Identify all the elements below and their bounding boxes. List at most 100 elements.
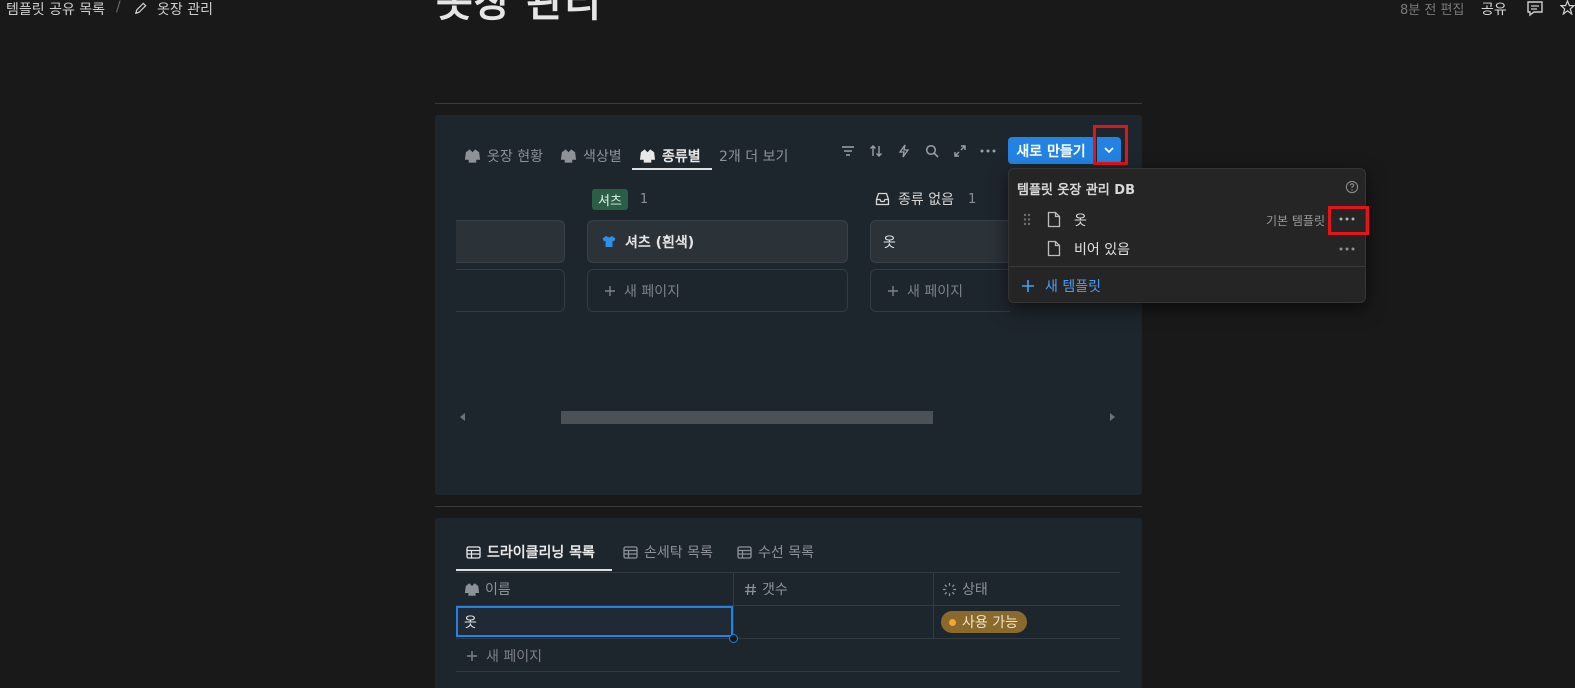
divider (435, 506, 1142, 507)
filter-icon[interactable] (838, 142, 858, 160)
group-count: 1 (639, 191, 649, 207)
comment-icon[interactable] (1526, 0, 1544, 17)
card-title: 옷 (883, 234, 896, 251)
card-title: 셔츠 (흰색) (625, 234, 695, 251)
sort-icon[interactable] (866, 142, 886, 160)
search-icon[interactable] (922, 142, 942, 160)
column-divider (733, 572, 734, 638)
column-divider (933, 572, 934, 638)
tab-label: 수선 목록 (758, 545, 814, 561)
help-icon[interactable] (1345, 180, 1359, 194)
count-cell[interactable] (735, 607, 932, 637)
jacket-icon (560, 148, 577, 164)
new-page-card-partial[interactable] (456, 269, 565, 312)
new-button[interactable]: 새로 만들기 (1008, 137, 1094, 164)
plus-icon (1021, 279, 1035, 293)
tab-by-color[interactable]: 색상별 (560, 141, 622, 171)
template-menu-title: 템플릿 옷장 관리 DB (1017, 183, 1135, 198)
column-header-status[interactable]: 상태 (942, 579, 988, 599)
page-title: 옷장 관리 (436, 0, 603, 26)
plus-icon (466, 650, 478, 662)
active-tab-underline (456, 569, 612, 571)
board-card[interactable]: 셔츠 (흰색) (587, 220, 848, 263)
last-edited-text: 8분 전 편집 (1400, 3, 1465, 18)
menu-divider (1009, 266, 1365, 267)
scroll-left-arrow-icon[interactable] (460, 413, 466, 421)
template-item-empty[interactable] (1009, 236, 1365, 262)
tab-more-views[interactable]: 2개 더 보기 (719, 141, 788, 171)
scroll-right-arrow-icon[interactable] (1109, 413, 1115, 421)
tab-dry-cleaning[interactable]: 드라이클리닝 목록 (466, 541, 595, 563)
chevron-down-icon (1104, 147, 1114, 154)
column-label: 상태 (962, 582, 988, 598)
column-header-count[interactable]: 갯수 (744, 579, 788, 599)
status-dot (949, 618, 956, 626)
new-page-label: 새 페이지 (624, 283, 680, 300)
new-template-button[interactable]: 새 템플릿 (1021, 276, 1101, 296)
share-button[interactable]: 공유 (1481, 0, 1507, 19)
group-label: 종류 없음 (898, 192, 954, 208)
breadcrumb-page[interactable]: 옷장 관리 (157, 0, 213, 19)
active-tab-underline (632, 168, 712, 170)
new-page-card[interactable]: 새 페이지 (870, 269, 1010, 312)
inbox-icon (875, 192, 890, 206)
hash-icon (744, 583, 757, 596)
tab-label: 종류별 (662, 149, 701, 165)
status-badge[interactable]: 사용 가능 (941, 611, 1027, 633)
group-tag: 셔츠 (592, 188, 628, 210)
new-page-label: 새 페이지 (486, 649, 542, 665)
tshirt-icon (602, 235, 616, 248)
table-icon (466, 545, 481, 559)
board-group-no-type: 종류 없음 1 (875, 188, 976, 210)
tab-label: 색상별 (583, 149, 622, 165)
column-header-name[interactable]: 이름 (464, 579, 511, 599)
template-item-label: 비어 있음 (1074, 242, 1130, 258)
new-page-card[interactable]: 새 페이지 (587, 269, 848, 312)
more-options-icon[interactable] (1339, 217, 1355, 221)
default-template-badge: 기본 템플릿 (1266, 214, 1326, 228)
jacket-icon (639, 148, 656, 164)
table-icon (623, 545, 638, 559)
name-cell-input[interactable]: 옷 (456, 606, 733, 637)
status-label: 사용 가능 (962, 615, 1018, 631)
drag-handle-icon[interactable] (1023, 213, 1031, 226)
tab-by-type[interactable]: 종류별 (639, 141, 701, 171)
tab-label: 옷장 현황 (487, 149, 543, 165)
column-label: 갯수 (762, 582, 788, 598)
table-border (456, 638, 1120, 639)
board-group-shirt: 셔츠 1 (592, 188, 648, 210)
template-item-label: 옷 (1074, 213, 1087, 229)
star-icon[interactable] (1560, 0, 1575, 15)
table-icon (737, 545, 752, 559)
table-border (456, 572, 1120, 573)
column-label: 이름 (485, 582, 511, 598)
tab-closet-status[interactable]: 옷장 현황 (464, 141, 543, 171)
pencil-icon (133, 1, 148, 16)
expand-icon[interactable] (950, 142, 970, 160)
board-card[interactable]: 옷 (870, 220, 1010, 263)
tab-label: 2개 더 보기 (719, 149, 789, 165)
breadcrumb-separator: / (116, 0, 121, 15)
automation-lightning-icon[interactable] (894, 142, 914, 160)
more-options-icon[interactable] (1339, 247, 1355, 251)
table-border (456, 671, 1120, 672)
tab-label: 손세탁 목록 (644, 545, 713, 561)
plus-icon (604, 285, 616, 297)
new-button-dropdown[interactable] (1097, 137, 1121, 164)
more-options-icon[interactable] (978, 142, 998, 160)
board-card-partial[interactable] (456, 220, 565, 263)
plus-icon (887, 285, 899, 297)
table-new-page-button[interactable]: 새 페이지 (466, 646, 542, 666)
tab-repair[interactable]: 수선 목록 (737, 541, 814, 563)
breadcrumb-root[interactable]: 템플릿 공유 목록 (6, 0, 105, 19)
page-icon (1047, 211, 1061, 228)
group-count: 1 (967, 191, 977, 207)
jacket-icon (464, 582, 480, 597)
new-template-label: 새 템플릿 (1045, 279, 1101, 295)
jacket-icon (464, 148, 481, 164)
horizontal-scrollbar-thumb[interactable] (561, 411, 933, 424)
tab-hand-wash[interactable]: 손세탁 목록 (623, 541, 713, 563)
new-page-label: 새 페이지 (907, 283, 963, 300)
divider (435, 103, 1142, 104)
status-spinner-icon (942, 582, 957, 597)
